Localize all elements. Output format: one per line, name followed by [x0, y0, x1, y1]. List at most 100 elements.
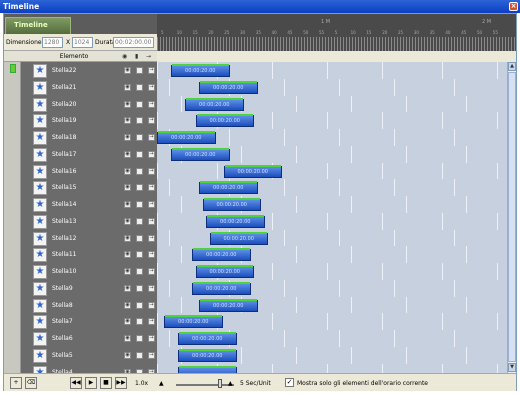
delete-button[interactable]: ⌫ — [25, 377, 37, 389]
element-row[interactable]: ★ Stella21 ◉ → — [21, 78, 157, 97]
duration-bar-handle[interactable] — [172, 64, 229, 66]
lock-toggle[interactable] — [136, 150, 143, 158]
tab-timeline[interactable]: Timeline — [5, 17, 71, 34]
visibility-toggle[interactable]: ◉ — [124, 83, 131, 91]
motion-toggle[interactable]: → — [148, 268, 155, 275]
lock-toggle[interactable] — [136, 351, 143, 359]
element-row[interactable]: ★ Stella5 ◉ → — [21, 346, 157, 365]
lock-toggle[interactable] — [136, 134, 143, 141]
duration-bar-handle[interactable] — [158, 131, 215, 133]
only-current-checkbox[interactable]: ✓ — [285, 378, 294, 387]
motion-toggle[interactable]: → — [148, 117, 155, 125]
duration-bar[interactable]: 00:00:20.00 — [171, 64, 230, 77]
scroll-down-button[interactable]: ▼ — [508, 363, 516, 372]
duration-bar-handle[interactable] — [196, 265, 253, 267]
vertical-scrollbar[interactable]: ▲ ▼ — [507, 62, 516, 373]
visibility-toggle[interactable]: ◉ — [124, 100, 131, 108]
element-row[interactable]: ★ Stella10 ◉ → — [21, 263, 157, 281]
visibility-toggle[interactable]: ◉ — [124, 184, 131, 192]
element-row[interactable]: ★ Stella22 ◉ → — [21, 62, 157, 80]
track-row[interactable]: 00:00:20.00 — [157, 296, 507, 315]
visibility-toggle[interactable]: ◉ — [124, 117, 131, 125]
scroll-up-button[interactable]: ▲ — [508, 62, 516, 71]
visibility-toggle[interactable]: ◉ — [124, 318, 131, 326]
element-row[interactable]: ★ Stella6 ◉ → — [21, 330, 157, 348]
motion-toggle[interactable]: → — [148, 150, 155, 158]
element-row[interactable]: ★ Stella15 ◉ → — [21, 179, 157, 198]
duration-bar[interactable]: 00:00:20.00 — [199, 298, 258, 312]
track-row[interactable]: 00:00:20.00 — [157, 145, 507, 164]
motion-toggle[interactable]: → — [148, 251, 155, 259]
motion-toggle[interactable]: → — [148, 217, 155, 225]
height-field[interactable]: 1024 — [72, 37, 93, 48]
lock-toggle[interactable] — [136, 268, 143, 275]
duration-bar-handle[interactable] — [179, 348, 236, 351]
lock-toggle[interactable] — [136, 83, 143, 91]
element-row[interactable]: ★ Stella19 ◉ → — [21, 112, 157, 131]
visibility-toggle[interactable]: ◉ — [124, 217, 131, 225]
track-row[interactable]: 00:00:20.00 — [157, 179, 507, 198]
element-row[interactable]: ★ Stella4 ◉ → — [21, 363, 157, 373]
duration-bar-handle[interactable] — [196, 114, 253, 117]
visibility-toggle[interactable]: ◉ — [124, 150, 131, 158]
duration-bar[interactable]: 00:00:20.00 — [199, 181, 258, 195]
duration-bar-handle[interactable] — [200, 181, 257, 184]
add-button[interactable]: + — [10, 377, 22, 389]
duration-bar[interactable]: 00:00:20.00 — [195, 265, 254, 278]
close-button[interactable]: × — [509, 2, 518, 11]
lock-toggle[interactable] — [136, 318, 143, 326]
visibility-toggle[interactable]: ◉ — [124, 301, 131, 309]
lock-toggle[interactable] — [136, 201, 143, 208]
track-row[interactable]: 00:00:20.00 — [157, 330, 507, 348]
scroll-thumb[interactable] — [508, 72, 516, 362]
duration-bar-handle[interactable] — [179, 365, 236, 368]
duration-bar-handle[interactable] — [193, 248, 250, 251]
duration-bar-handle[interactable] — [179, 332, 236, 334]
motion-toggle[interactable]: → — [148, 284, 155, 292]
track-row[interactable]: 00:00:20.00 — [157, 129, 507, 147]
track-row[interactable]: 00:00:20.00 — [157, 196, 507, 214]
track-row[interactable]: 00:00:20.00 — [157, 95, 507, 114]
duration-bar-handle[interactable] — [200, 298, 257, 301]
lock-toggle[interactable] — [136, 301, 143, 309]
lock-toggle[interactable] — [136, 184, 143, 192]
play-button[interactable]: ▶ — [85, 377, 97, 389]
motion-column-icon[interactable]: → — [146, 53, 151, 60]
motion-toggle[interactable]: → — [148, 100, 155, 108]
visibility-toggle[interactable]: ◉ — [124, 67, 131, 74]
zoom-in-icon[interactable]: ▲ — [228, 380, 233, 387]
zoom-out-icon[interactable]: ▲ — [159, 380, 164, 387]
time-ruler[interactable]: 1 M 2 M 5 10 15 20 25 30 35 40 45 50 55 5 10 15 20 25 30… — [157, 14, 516, 51]
element-row[interactable]: ★ Stella20 ◉ → — [21, 95, 157, 114]
lock-toggle[interactable] — [136, 251, 143, 259]
visibility-toggle[interactable]: ◉ — [124, 167, 131, 175]
duration-bar-handle[interactable] — [207, 214, 264, 217]
stop-button[interactable]: ■ — [100, 377, 112, 389]
track-row[interactable]: 00:00:20.00 — [157, 313, 507, 332]
duration-bar[interactable]: 00:00:20.00 — [164, 315, 223, 329]
visibility-toggle[interactable]: ◉ — [124, 268, 131, 275]
element-row[interactable]: ★ Stella16 ◉ → — [21, 162, 157, 181]
element-row[interactable]: ★ Stella7 ◉ → — [21, 313, 157, 332]
lock-toggle[interactable] — [136, 67, 143, 74]
motion-toggle[interactable]: → — [148, 184, 155, 192]
layer-lock-icon[interactable] — [10, 64, 16, 73]
lock-toggle[interactable] — [136, 117, 143, 125]
motion-toggle[interactable]: → — [148, 134, 155, 141]
duration-bar[interactable]: 00:00:20.00 — [209, 231, 268, 245]
lock-toggle[interactable] — [136, 284, 143, 292]
motion-toggle[interactable]: → — [148, 318, 155, 326]
lock-toggle[interactable] — [136, 217, 143, 225]
duration-bar[interactable]: 00:00:20.00 — [206, 214, 265, 228]
element-row[interactable]: ★ Stella18 ◉ → — [21, 129, 157, 147]
duration-bar[interactable]: 00:00:20.00 — [192, 248, 251, 262]
track-row[interactable] — [157, 363, 507, 373]
element-row[interactable]: ★ Stella8 ◉ → — [21, 296, 157, 315]
duration-bar-handle[interactable] — [210, 231, 267, 234]
track-row[interactable]: 00:00:20.00 — [157, 78, 507, 97]
duration-bar-handle[interactable] — [165, 315, 222, 318]
motion-toggle[interactable]: → — [148, 67, 155, 74]
motion-toggle[interactable]: → — [148, 167, 155, 175]
duration-bar-handle[interactable] — [193, 281, 250, 284]
duration-bar[interactable]: 00:00:20.00 — [202, 198, 261, 211]
